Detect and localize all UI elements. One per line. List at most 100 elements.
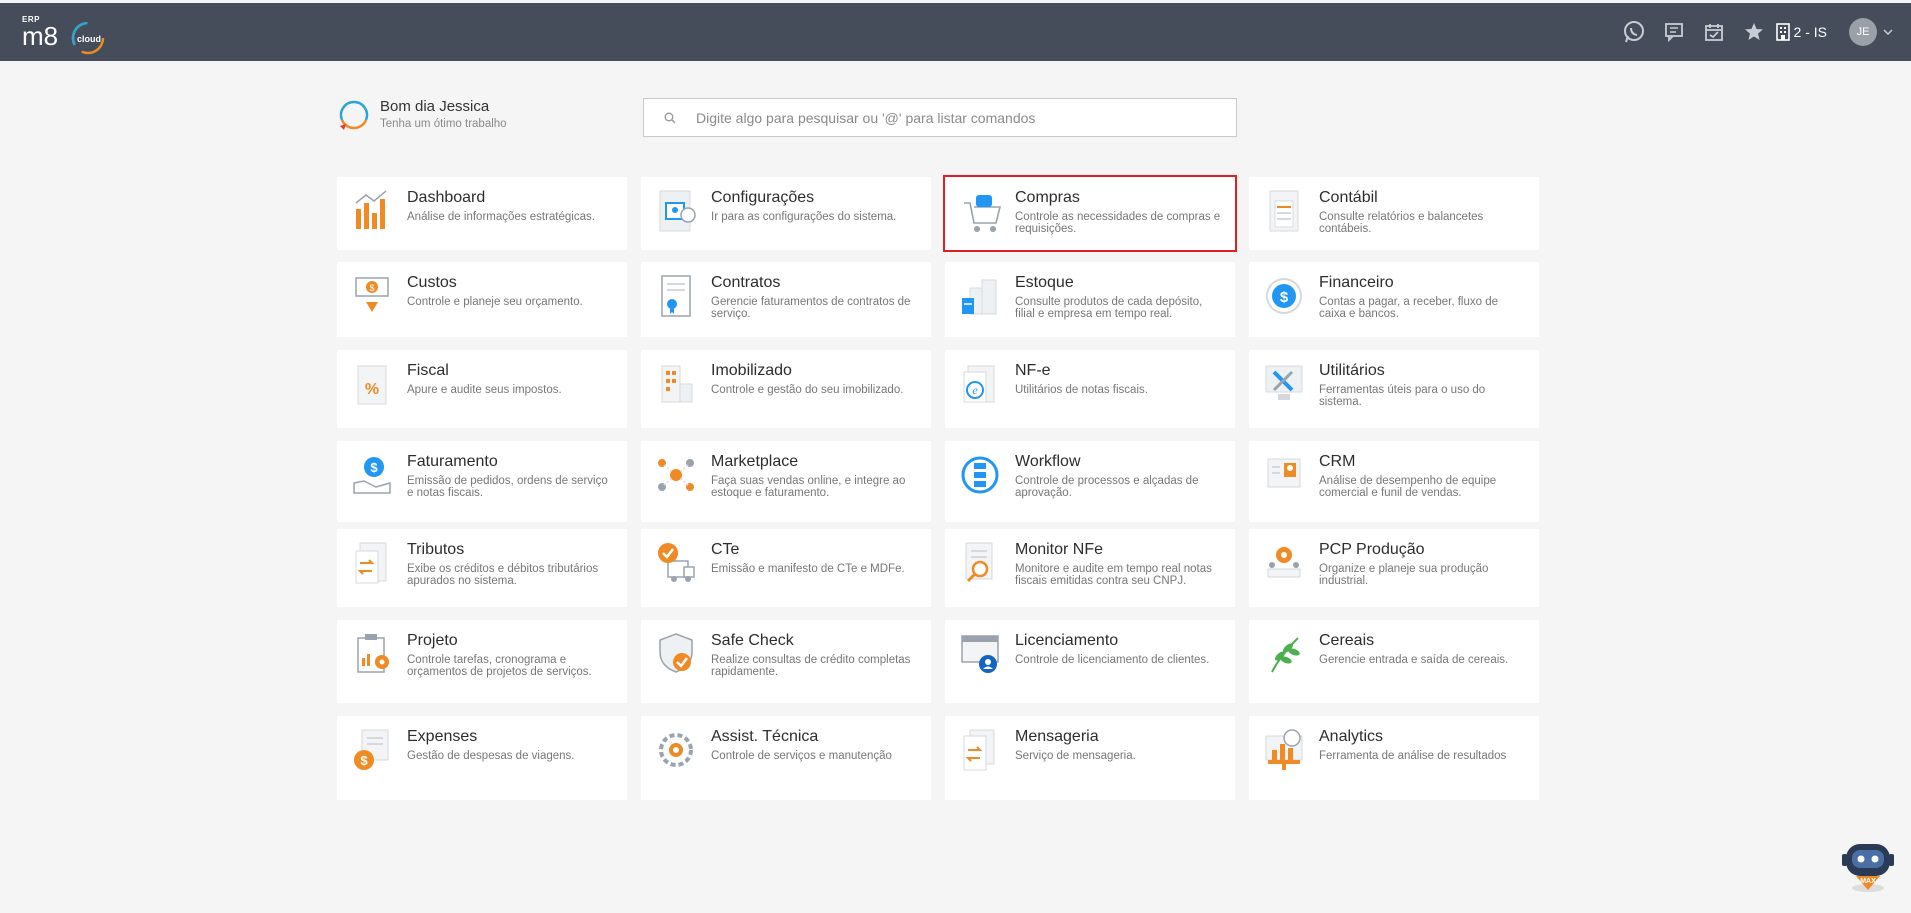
svg-text:MAX: MAX	[1860, 878, 1876, 885]
module-card-estoque[interactable]: Estoque Consulte produtos de cada depósit…	[945, 262, 1235, 337]
bar-chart-icon	[337, 177, 407, 250]
module-title: Licenciamento	[1015, 632, 1119, 649]
module-card-cte[interactable]: CTe Emissão e manifesto de CTe e MDFe.	[641, 529, 931, 607]
module-card-faturamento[interactable]: $ Faturamento Emissão de pedidos, ordens d…	[337, 441, 627, 522]
module-description: Controle e gestão do seu imobilizado.	[711, 384, 904, 396]
module-description: Controle e planeje seu orçamento.	[407, 296, 583, 308]
module-title: Marketplace	[711, 453, 799, 470]
module-title: Dashboard	[407, 189, 486, 206]
module-title: PCP Produção	[1319, 541, 1425, 558]
module-title: Expenses	[407, 728, 478, 745]
module-title: Utilitários	[1319, 362, 1385, 379]
module-card-licenciamento[interactable]: Licenciamento Controle de licenciamento d…	[945, 620, 1235, 703]
m8-cloud-logo[interactable]: ERP m8 cloud	[22, 15, 112, 55]
contract-icon	[641, 262, 711, 337]
greeting-title: Bom dia Jessica	[380, 98, 490, 115]
module-description: Gestão de despesas de viagens.	[407, 750, 575, 762]
module-description: Faça suas vendas online, e integre ao es…	[711, 475, 906, 499]
module-description: Exibe os créditos e débitos tributários …	[407, 563, 599, 587]
module-card-marketplace[interactable]: Marketplace Faça suas vendas online, e in…	[641, 441, 931, 522]
module-description: Controle de licenciamento de clientes.	[1015, 654, 1210, 666]
module-card-pcp-produção[interactable]: PCP Produção Organize e planeje sua produ…	[1249, 529, 1539, 607]
production-gear-icon	[1249, 529, 1319, 607]
chevron-down-icon	[1883, 29, 1893, 35]
whatsapp-icon[interactable]	[1614, 3, 1654, 61]
module-description: Serviço de mensageria.	[1015, 750, 1136, 762]
module-card-analytics[interactable]: Analytics Ferramenta de análise de result…	[1249, 716, 1539, 800]
m8-emblem-icon	[339, 100, 369, 130]
invoice-dollar-icon: $	[337, 441, 407, 522]
module-title: Compras	[1015, 189, 1080, 206]
module-description: Utilitários de notas fiscais.	[1015, 384, 1148, 396]
message-exchange-icon	[945, 716, 1015, 800]
svg-text:e: e	[972, 383, 978, 397]
crm-id-card-icon	[1249, 441, 1319, 522]
module-card-financeiro[interactable]: $ Financeiro Contas a pagar, a receber, fl…	[1249, 262, 1539, 337]
settings-panel-icon	[641, 177, 711, 250]
module-description: Apure e audite seus impostos.	[407, 384, 562, 396]
avatar: JE	[1849, 18, 1877, 46]
license-badge-icon	[945, 620, 1015, 703]
network-icon	[641, 441, 711, 522]
search-input[interactable]	[696, 109, 1216, 126]
wheat-icon	[1249, 620, 1319, 703]
module-card-compras[interactable]: Compras Controle as necessidades de compr…	[943, 175, 1237, 252]
chat-icon[interactable]	[1654, 3, 1694, 61]
company-label: 2 - IS	[1793, 24, 1827, 40]
module-description: Análise de desempenho de equipe comercia…	[1319, 475, 1497, 499]
module-card-assist-técnica[interactable]: Assist. Técnica Controle de serviços e ma…	[641, 716, 931, 800]
module-description: Ir para as configurações do sistema.	[711, 211, 897, 223]
module-title: Configurações	[711, 189, 815, 206]
module-title: CRM	[1319, 453, 1356, 470]
module-card-crm[interactable]: CRM Análise de desempenho de equipe comer…	[1249, 441, 1539, 522]
expenses-dollar-icon: $	[337, 716, 407, 800]
module-card-workflow[interactable]: Workflow Controle de processos e alçadas …	[945, 441, 1235, 522]
module-card-expenses[interactable]: $ Expenses Gestão de despesas de viagens.	[337, 716, 627, 800]
shield-check-icon	[641, 620, 711, 703]
module-card-configuraç-es[interactable]: Configurações Ir para as configurações do…	[641, 177, 931, 250]
module-title: Imobilizado	[711, 362, 792, 379]
module-title: Contratos	[711, 274, 781, 291]
module-card-safe-check[interactable]: Safe Check Realize consultas de crédito c…	[641, 620, 931, 703]
module-card-imobilizado[interactable]: Imobilizado Controle e gestão do seu imob…	[641, 350, 931, 428]
module-card-fiscal[interactable]: % Fiscal Apure e audite seus impostos.	[337, 350, 627, 428]
module-title: Workflow	[1015, 453, 1081, 470]
module-card-utilitários[interactable]: Utilitários Ferramentas úteis para o uso …	[1249, 350, 1539, 428]
module-title: Mensageria	[1015, 728, 1099, 745]
company-selector[interactable]: 2 - IS	[1775, 23, 1827, 41]
star-icon[interactable]	[1734, 3, 1774, 61]
search-icon	[644, 112, 696, 124]
module-title: Estoque	[1015, 274, 1074, 291]
module-title: Analytics	[1319, 728, 1384, 745]
user-menu[interactable]: JE	[1849, 18, 1893, 46]
max-assistant-button[interactable]: MAX	[1838, 836, 1898, 896]
search-box	[643, 98, 1237, 137]
module-description: Emissão e manifesto de CTe e MDFe.	[711, 563, 905, 575]
document-search-icon	[945, 529, 1015, 607]
module-card-cereais[interactable]: Cereais Gerencie entrada e saída de cerea…	[1249, 620, 1539, 703]
module-description: Controle de processos e alçadas de aprov…	[1015, 475, 1199, 499]
module-card-mensageria[interactable]: Mensageria Serviço de mensageria.	[945, 716, 1235, 800]
tribute-document-icon	[337, 529, 407, 607]
tools-icon	[1249, 350, 1319, 428]
calendar-check-icon[interactable]	[1694, 3, 1734, 61]
delivery-truck-icon	[641, 529, 711, 607]
module-description: Ferramenta de análise de resultados	[1319, 750, 1507, 762]
module-title: Monitor NFe	[1015, 541, 1104, 558]
warehouse-icon	[945, 262, 1015, 337]
module-card-projeto[interactable]: Projeto Controle tarefas, cronograma e or…	[337, 620, 627, 703]
module-title: Cereais	[1319, 632, 1375, 649]
shopping-cart-icon	[945, 177, 1015, 250]
module-card-monitor-nfe[interactable]: Monitor NFe Monitore e audite em tempo re…	[945, 529, 1235, 607]
module-title: Custos	[407, 274, 457, 291]
module-description: Contas a pagar, a receber, fluxo de caix…	[1319, 296, 1499, 320]
module-description: Ferramentas úteis para o uso do sistema.	[1319, 384, 1486, 408]
module-card-custos[interactable]: $ Custos Controle e planeje seu orçamento.	[337, 262, 627, 337]
module-card-nf-e[interactable]: e NF-e Utilitários de notas fiscais.	[945, 350, 1235, 428]
module-card-contratos[interactable]: Contratos Gerencie faturamentos de contra…	[641, 262, 931, 337]
module-description: Consulte relatórios e balancetes contábe…	[1319, 211, 1484, 235]
module-card-tributos[interactable]: Tributos Exibe os créditos e débitos trib…	[337, 529, 627, 607]
module-card-dashboard[interactable]: Dashboard Análise de informações estratég…	[337, 177, 627, 250]
module-title: Faturamento	[407, 453, 498, 470]
module-card-contábil[interactable]: Contábil Consulte relatórios e balancetes…	[1249, 177, 1539, 250]
